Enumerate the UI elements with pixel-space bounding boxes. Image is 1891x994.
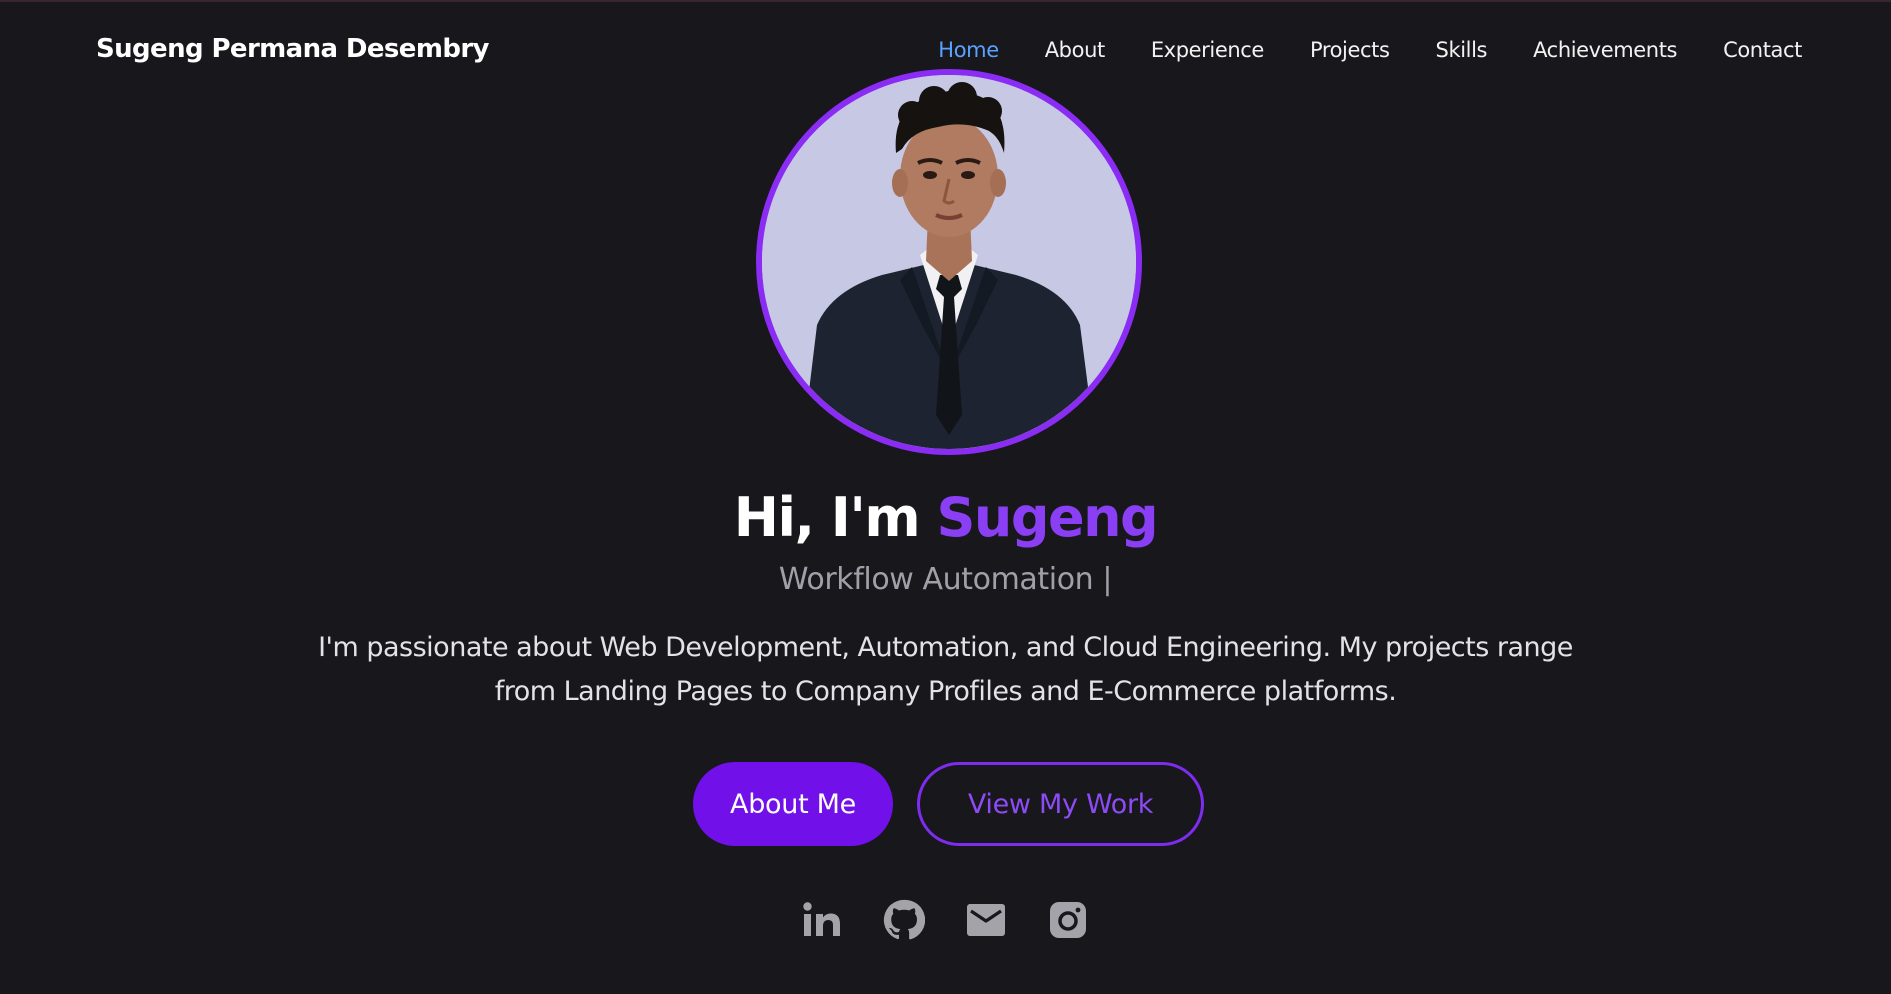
hero-bio: I'm passionate about Web Development, Au…: [318, 632, 1573, 707]
profile-photo: [756, 69, 1142, 455]
instagram-link[interactable]: [1046, 898, 1090, 942]
hero-greeting: Hi, I'm: [733, 486, 937, 549]
nav-link-about[interactable]: About: [1045, 38, 1105, 62]
email-link[interactable]: [964, 898, 1008, 942]
email-icon: [967, 904, 1005, 936]
linkedin-icon: [803, 902, 840, 936]
github-link[interactable]: [882, 898, 926, 942]
linkedin-link[interactable]: [800, 898, 844, 942]
about-me-button[interactable]: About Me: [693, 762, 893, 846]
nav-link-projects[interactable]: Projects: [1310, 38, 1390, 62]
nav-link-home[interactable]: Home: [938, 38, 999, 62]
nav-menu: Home About Experience Projects Skills Ac…: [938, 38, 1802, 62]
nav-link-achievements[interactable]: Achievements: [1533, 38, 1677, 62]
hero-name: Sugeng: [936, 486, 1159, 549]
nav-link-contact[interactable]: Contact: [1723, 38, 1802, 62]
github-icon: [883, 899, 925, 940]
instagram-icon: [1050, 902, 1086, 938]
view-my-work-button[interactable]: View My Work: [917, 762, 1204, 846]
hero-role-typing: Workflow Automation |: [778, 562, 1113, 597]
profile-photo-illustration: [762, 75, 1136, 449]
site-brand[interactable]: Sugeng Permana Desembry: [96, 34, 490, 64]
nav-link-skills[interactable]: Skills: [1436, 38, 1488, 62]
nav-link-experience[interactable]: Experience: [1151, 38, 1265, 62]
hero-headline: Hi, I'm Sugeng: [0, 486, 1891, 550]
social-links: [800, 898, 1090, 942]
